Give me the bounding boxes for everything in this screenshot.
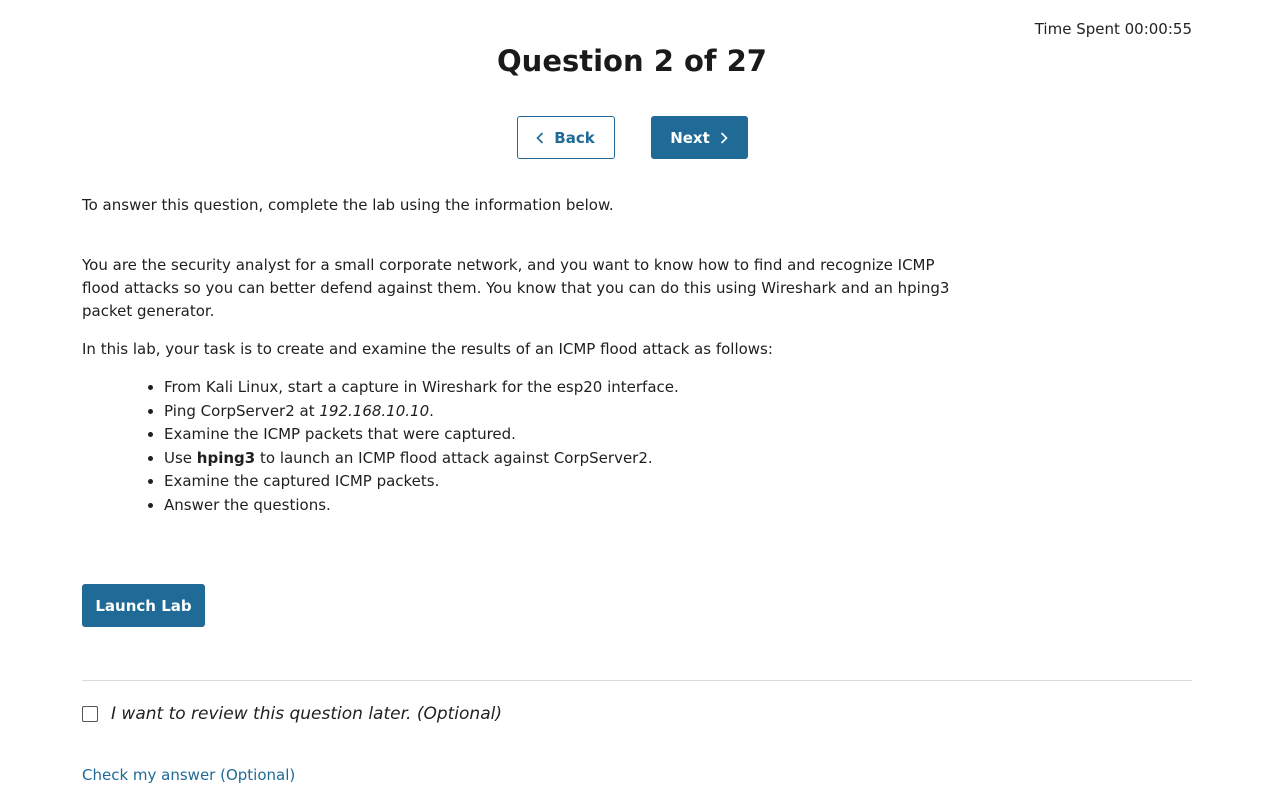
step-text: Ping CorpServer2 at: [164, 401, 320, 420]
list-item: Examine the ICMP packets that were captu…: [164, 423, 952, 447]
chevron-left-icon: [536, 131, 544, 144]
check-answer-link[interactable]: Check my answer (Optional): [82, 766, 295, 784]
next-button[interactable]: Next: [650, 116, 748, 159]
list-item: Ping CorpServer2 at 192.168.10.10.: [164, 400, 952, 424]
question-content: To answer this question, complete the la…: [82, 194, 952, 517]
launch-lab-button[interactable]: Launch Lab: [82, 584, 205, 627]
question-page: Time Spent 00:00:55 Question 2 of 27 Bac…: [0, 0, 1264, 810]
review-later-option[interactable]: I want to review this question later. (O…: [82, 704, 502, 724]
task-steps-list: From Kali Linux, start a capture in Wire…: [82, 376, 952, 517]
step-text: to launch an ICMP flood attack against C…: [255, 448, 653, 467]
list-item: Use hping3 to launch an ICMP flood attac…: [164, 447, 952, 471]
time-spent: Time Spent 00:00:55: [1034, 20, 1192, 38]
divider: [82, 680, 1192, 681]
command-name: hping3: [196, 448, 256, 467]
back-button[interactable]: Back: [516, 116, 615, 159]
list-item: From Kali Linux, start a capture in Wire…: [164, 376, 952, 400]
list-item: Examine the captured ICMP packets.: [164, 470, 952, 494]
review-later-checkbox[interactable]: [82, 706, 98, 722]
review-later-label[interactable]: I want to review this question later. (O…: [111, 704, 502, 724]
intro-text: To answer this question, complete the la…: [82, 196, 614, 214]
next-button-label: Next: [670, 128, 710, 147]
chevron-right-icon: [720, 131, 728, 144]
list-item: Answer the questions.: [164, 494, 952, 518]
scenario-text: You are the security analyst for a small…: [82, 256, 950, 320]
task-text: In this lab, your task is to create and …: [82, 340, 773, 358]
ip-address: 192.168.10.10: [319, 401, 430, 420]
page-title: Question 2 of 27: [497, 44, 767, 78]
step-text: .: [429, 401, 434, 420]
question-nav: Back Next: [0, 116, 1264, 159]
back-button-label: Back: [554, 128, 595, 147]
step-text: Use: [164, 448, 197, 467]
